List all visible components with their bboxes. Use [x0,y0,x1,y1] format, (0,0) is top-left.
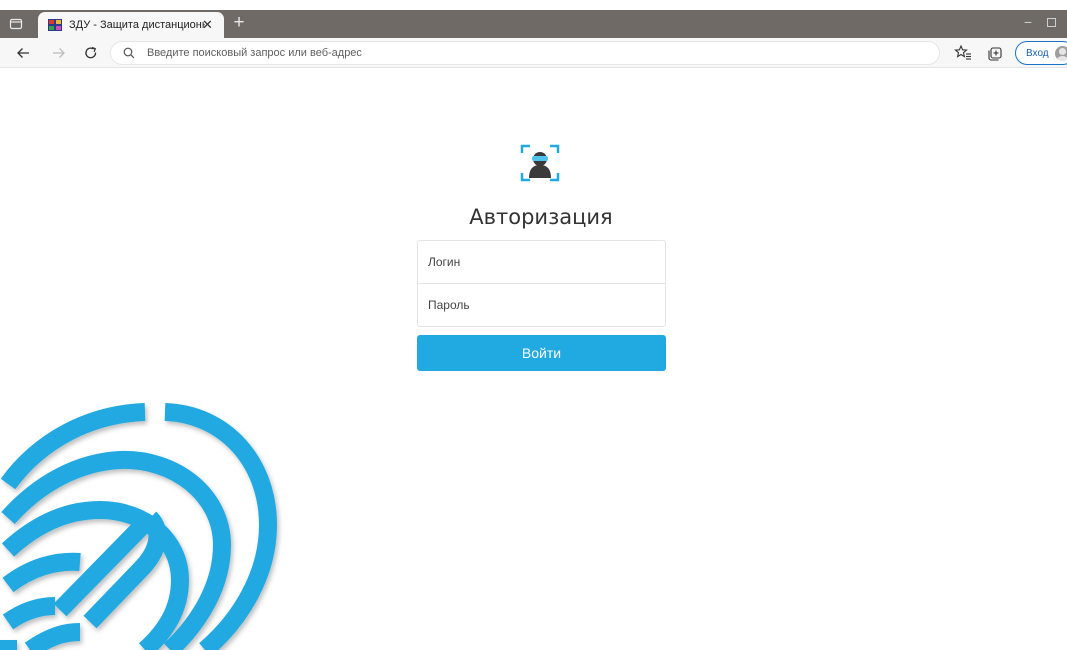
profile-avatar-icon [1054,45,1067,61]
search-icon [123,47,135,59]
collections-icon[interactable] [985,43,1005,63]
favorites-star-icon[interactable] [953,43,973,63]
window-maximize-icon[interactable] [1047,18,1056,27]
forward-arrow-icon[interactable] [48,42,70,64]
login-form [417,240,666,327]
user-glasses-logo-icon [520,144,560,182]
fingerprint-decoration-icon [0,403,278,650]
password-input[interactable] [417,284,666,327]
tab-close-icon[interactable]: ✕ [200,17,215,32]
login-button[interactable]: Войти [417,335,666,371]
window-minimize-icon[interactable]: − [1018,14,1038,32]
signin-label: Вход [1026,47,1049,59]
back-arrow-icon[interactable] [12,42,34,64]
new-tab-plus-icon[interactable]: + [228,13,250,35]
login-input[interactable] [417,240,666,284]
site-favicon-icon [48,19,62,31]
tab-strip: ЗДУ - Защита дистанционного ✕ + − [0,10,1067,38]
tab-title: ЗДУ - Защита дистанционного [69,19,205,31]
browser-toolbar: Вход [0,38,1067,68]
address-bar[interactable] [110,41,940,65]
page-title: Авторизация [469,205,613,229]
reload-icon[interactable] [80,42,102,64]
tab-actions-icon[interactable] [8,16,24,32]
signin-button[interactable]: Вход [1015,41,1067,65]
browser-titlebar: ЗДУ - Защита дистанционного ✕ + − [0,0,1067,38]
browser-tab-active[interactable]: ЗДУ - Защита дистанционного ✕ [38,12,224,38]
address-input[interactable] [147,47,907,59]
